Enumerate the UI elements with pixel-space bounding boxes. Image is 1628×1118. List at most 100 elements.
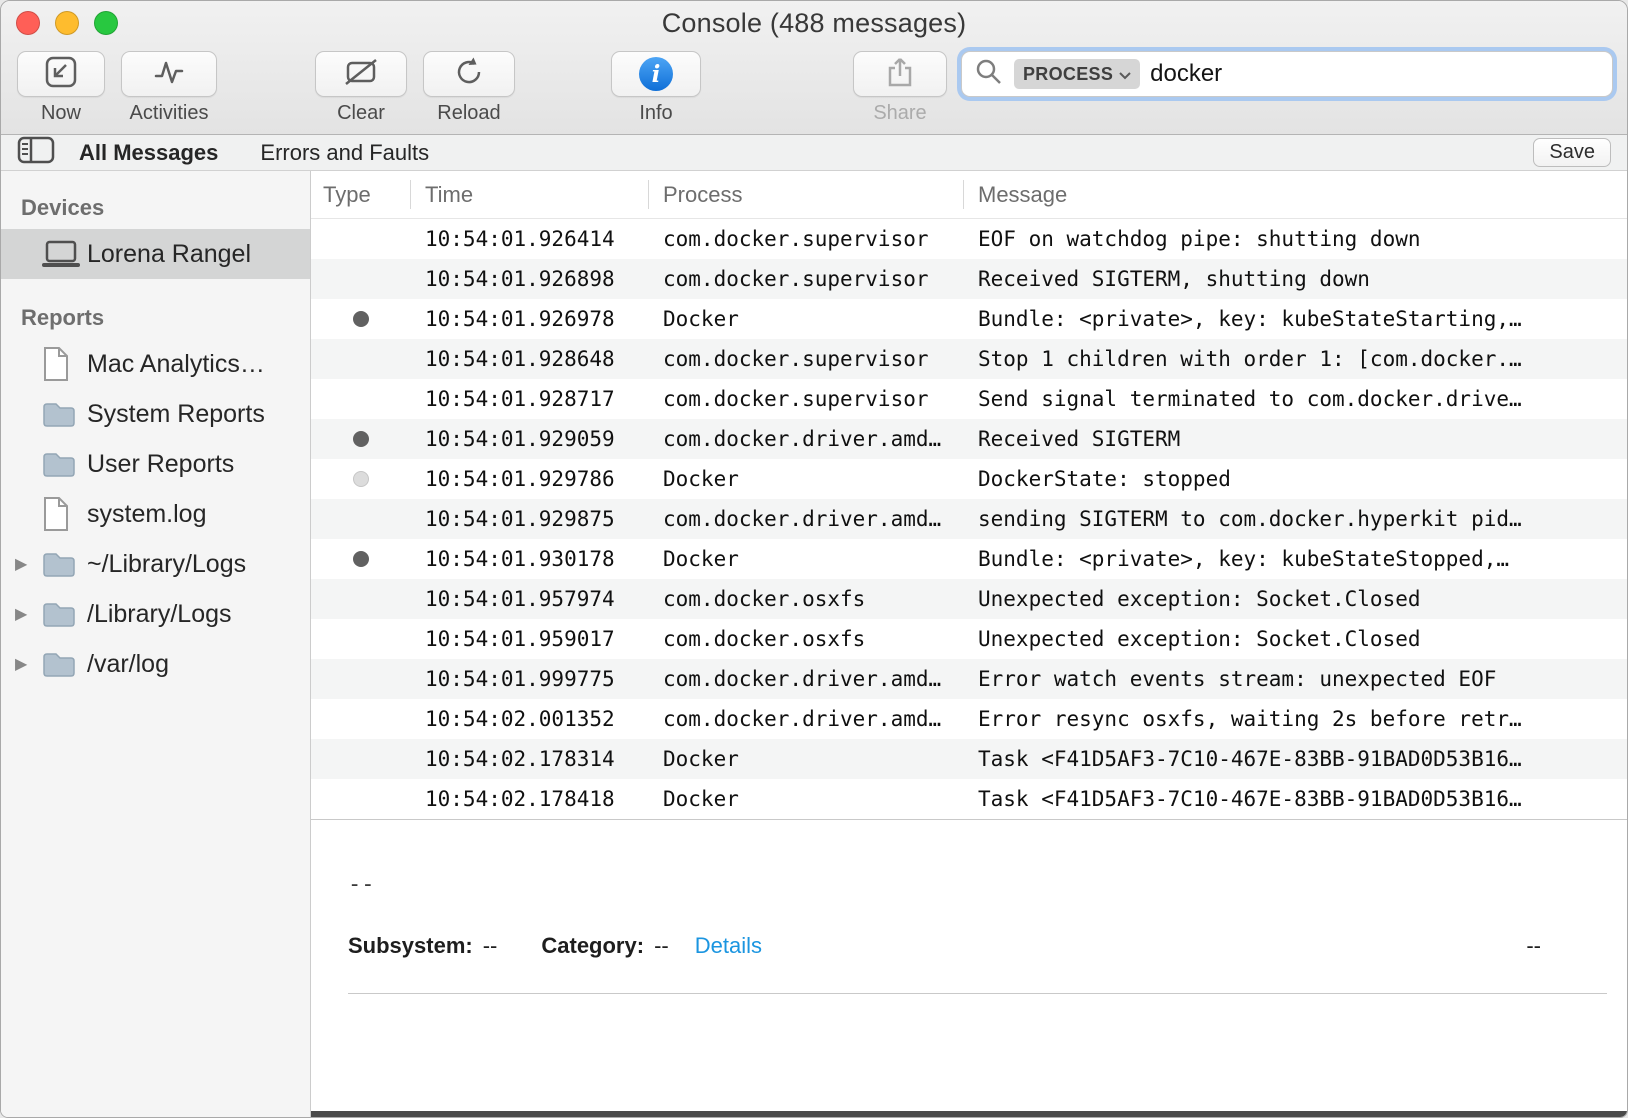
row-message-cell: Task <F41D5AF3-7C10-467E-83BB-91BAD0D53B… [964,747,1627,771]
table-row[interactable]: 10:54:01.959017 com.docker.osxfs Unexpec… [311,619,1627,659]
zoom-button[interactable] [94,11,118,35]
table-header: Type Time Process Message [311,171,1627,219]
row-time-cell: 10:54:01.926898 [411,267,649,291]
row-time-cell: 10:54:01.999775 [411,667,649,691]
sidebar-report-item[interactable]: ▶ system.log [1,489,310,539]
row-message-cell: Task <F41D5AF3-7C10-467E-83BB-91BAD0D53B… [964,787,1627,811]
chevron-down-icon [1119,64,1131,85]
row-message-cell: sending SIGTERM to com.docker.hyperkit p… [964,507,1627,531]
table-row[interactable]: 10:54:01.929059 com.docker.driver.amd… R… [311,419,1627,459]
row-time-cell: 10:54:01.928648 [411,347,649,371]
row-process-cell: com.docker.driver.amd… [649,507,964,531]
row-time-cell: 10:54:01.926978 [411,307,649,331]
search-input[interactable] [1150,60,1600,88]
table-row[interactable]: 10:54:01.928717 com.docker.supervisor Se… [311,379,1627,419]
row-process-cell: com.docker.supervisor [649,267,964,291]
table-row[interactable]: 10:54:02.178418 Docker Task <F41D5AF3-7C… [311,779,1627,819]
save-button[interactable]: Save [1533,138,1611,167]
column-header-process[interactable]: Process [649,171,964,218]
log-level-dot-icon [353,471,369,487]
table-row[interactable]: 10:54:01.926978 Docker Bundle: <private>… [311,299,1627,339]
sidebar-report-item[interactable]: ▶ ~/Library/Logs [1,539,310,589]
table-row[interactable]: 10:54:01.930178 Docker Bundle: <private>… [311,539,1627,579]
row-process-cell: com.docker.supervisor [649,227,964,251]
sidebar-report-item[interactable]: ▶ System Reports [1,389,310,439]
toolbar: Now Activities Clear [1,45,1627,135]
row-time-cell: 10:54:02.001352 [411,707,649,731]
window-chrome: Console (488 messages) Now Activities [1,1,1627,135]
row-message-cell: Bundle: <private>, key: kubeStateStartin… [964,307,1627,331]
folder-icon [41,649,87,679]
row-message-cell: Received SIGTERM [964,427,1627,451]
tab-errors-and-faults[interactable]: Errors and Faults [260,140,429,166]
subsystem-label: Subsystem: [348,933,473,959]
sidebar-report-item[interactable]: ▶ User Reports [1,439,310,489]
close-button[interactable] [16,11,40,35]
sidebar-toggle-button[interactable] [17,136,55,169]
row-time-cell: 10:54:01.926414 [411,227,649,251]
activities-button[interactable]: Activities [121,51,217,125]
disclosure-triangle-icon[interactable]: ▶ [15,554,41,574]
activities-icon [151,54,187,95]
info-label: Info [611,102,701,125]
row-message-cell: EOF on watchdog pipe: shutting down [964,227,1627,251]
sidebar-item-label: /Library/Logs [87,600,240,629]
detail-divider [348,993,1607,994]
content-area: Devices ▶ Lorena Rangel Reports ▶ Mac An… [1,171,1627,1117]
row-message-cell: Error watch events stream: unexpected EO… [964,667,1627,691]
search-field[interactable]: PROCESS [961,51,1613,97]
details-link[interactable]: Details [695,933,762,959]
now-icon [43,54,79,95]
folder-icon [41,599,87,629]
sidebar-report-item[interactable]: ▶ /Library/Logs [1,589,310,639]
table-row[interactable]: 10:54:01.929875 com.docker.driver.amd… s… [311,499,1627,539]
laptop-icon [41,239,87,269]
row-process-cell: Docker [649,307,964,331]
sidebar-report-item[interactable]: ▶ Mac Analytics… [1,339,310,389]
titlebar: Console (488 messages) [1,1,1627,45]
disclosure-triangle-icon[interactable]: ▶ [15,604,41,624]
row-message-cell: Unexpected exception: Socket.Closed [964,587,1627,611]
now-button[interactable]: Now [17,51,105,125]
subsystem-value: -- [483,933,498,959]
window-bottom-edge [311,1111,1627,1117]
row-process-cell: com.docker.driver.amd… [649,427,964,451]
row-process-cell: com.docker.osxfs [649,627,964,651]
table-row[interactable]: 10:54:01.957974 com.docker.osxfs Unexpec… [311,579,1627,619]
log-level-dot-icon [353,551,369,567]
sidebar-item-label: /var/log [87,650,177,679]
table-row[interactable]: 10:54:01.929786 Docker DockerState: stop… [311,459,1627,499]
now-label: Now [17,102,105,125]
log-pane: Type Time Process Message 10:54:01.92641… [311,171,1627,1117]
table-row[interactable]: 10:54:02.001352 com.docker.driver.amd… E… [311,699,1627,739]
table-row[interactable]: 10:54:01.926898 com.docker.supervisor Re… [311,259,1627,299]
disclosure-triangle-icon[interactable]: ▶ [15,654,41,674]
column-header-time[interactable]: Time [411,171,649,218]
clear-button[interactable]: Clear [315,51,407,125]
table-row[interactable]: 10:54:01.928648 com.docker.supervisor St… [311,339,1627,379]
search-filter-token[interactable]: PROCESS [1014,59,1140,89]
sidebar-item-label: Mac Analytics… [87,350,273,379]
table-row[interactable]: 10:54:02.178314 Docker Task <F41D5AF3-7C… [311,739,1627,779]
column-header-message[interactable]: Message [964,171,1627,218]
row-time-cell: 10:54:01.929786 [411,467,649,491]
row-message-cell: Error resync osxfs, waiting 2s before re… [964,707,1627,731]
share-button[interactable]: Share [853,51,947,125]
window-title: Console (488 messages) [662,8,967,39]
row-process-cell: Docker [649,747,964,771]
tab-all-messages[interactable]: All Messages [79,140,218,166]
minimize-button[interactable] [55,11,79,35]
sidebar-item-device[interactable]: ▶ Lorena Rangel [1,229,310,279]
sidebar-reports-header: Reports [1,293,310,339]
document-icon [41,496,87,532]
row-type-cell [311,431,411,447]
search-token-label: PROCESS [1023,64,1113,85]
row-process-cell: com.docker.supervisor [649,347,964,371]
document-icon [41,346,87,382]
sidebar-report-item[interactable]: ▶ /var/log [1,639,310,689]
column-header-type[interactable]: Type [311,171,411,218]
table-row[interactable]: 10:54:01.926414 com.docker.supervisor EO… [311,219,1627,259]
info-button[interactable]: Info [611,51,701,125]
reload-button[interactable]: Reload [423,51,515,125]
table-row[interactable]: 10:54:01.999775 com.docker.driver.amd… E… [311,659,1627,699]
